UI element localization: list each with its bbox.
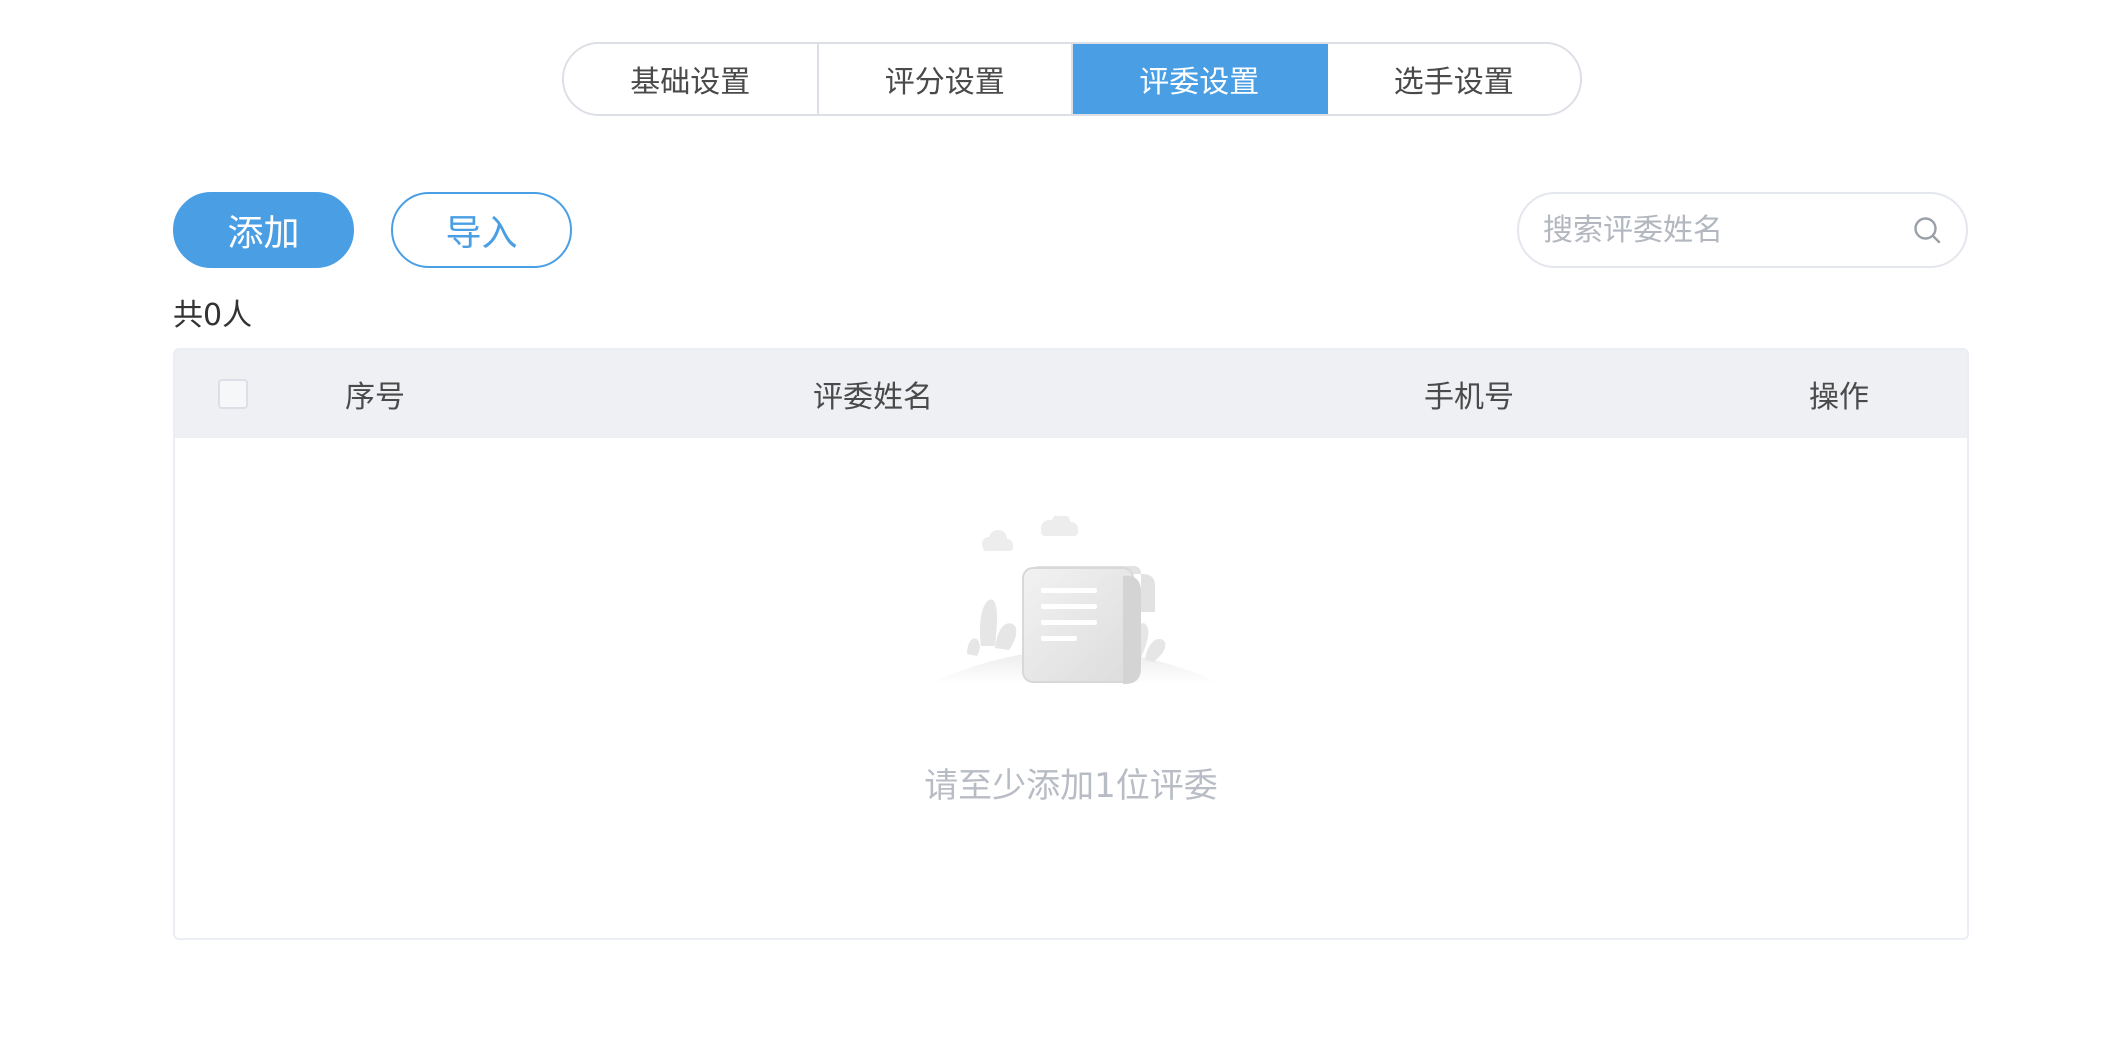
judge-table: 序号 评委姓名 手机号 操作 请至少添加1位评委: [173, 348, 1969, 940]
settings-tab-bar: 基础设置 评分设置 评委设置 选手设置: [562, 42, 1582, 116]
tab-scoring-settings[interactable]: 评分设置: [818, 44, 1073, 114]
add-judge-button[interactable]: 添加: [173, 192, 354, 268]
empty-state-message: 请至少添加1位评委: [924, 766, 1218, 806]
table-header: 序号 评委姓名 手机号 操作: [175, 350, 1967, 438]
empty-state-illustration: [929, 516, 1221, 684]
judge-settings-page: 基础设置 评分设置 评委设置 选手设置 添加 导入 共0人 序号 评委姓名 手机…: [0, 0, 2114, 1040]
judge-search-box: [1517, 192, 1968, 268]
column-header-phone: 手机号: [1424, 380, 1514, 415]
column-header-actions: 操作: [1809, 380, 1869, 415]
column-header-index: 序号: [345, 380, 405, 415]
select-all-checkbox[interactable]: [218, 379, 248, 409]
table-body: 请至少添加1位评委: [175, 438, 1967, 938]
tab-basic-settings[interactable]: 基础设置: [564, 44, 819, 114]
tab-judge-settings[interactable]: 评委设置: [1073, 44, 1328, 114]
search-icon[interactable]: [1910, 213, 1944, 247]
judge-count: 共0人: [173, 298, 253, 333]
judge-search-input[interactable]: [1543, 212, 1910, 248]
import-button[interactable]: 导入: [391, 192, 572, 268]
select-all-cell: [217, 350, 249, 438]
column-header-judge-name: 评委姓名: [813, 380, 933, 415]
tab-contestant-settings[interactable]: 选手设置: [1327, 44, 1580, 114]
